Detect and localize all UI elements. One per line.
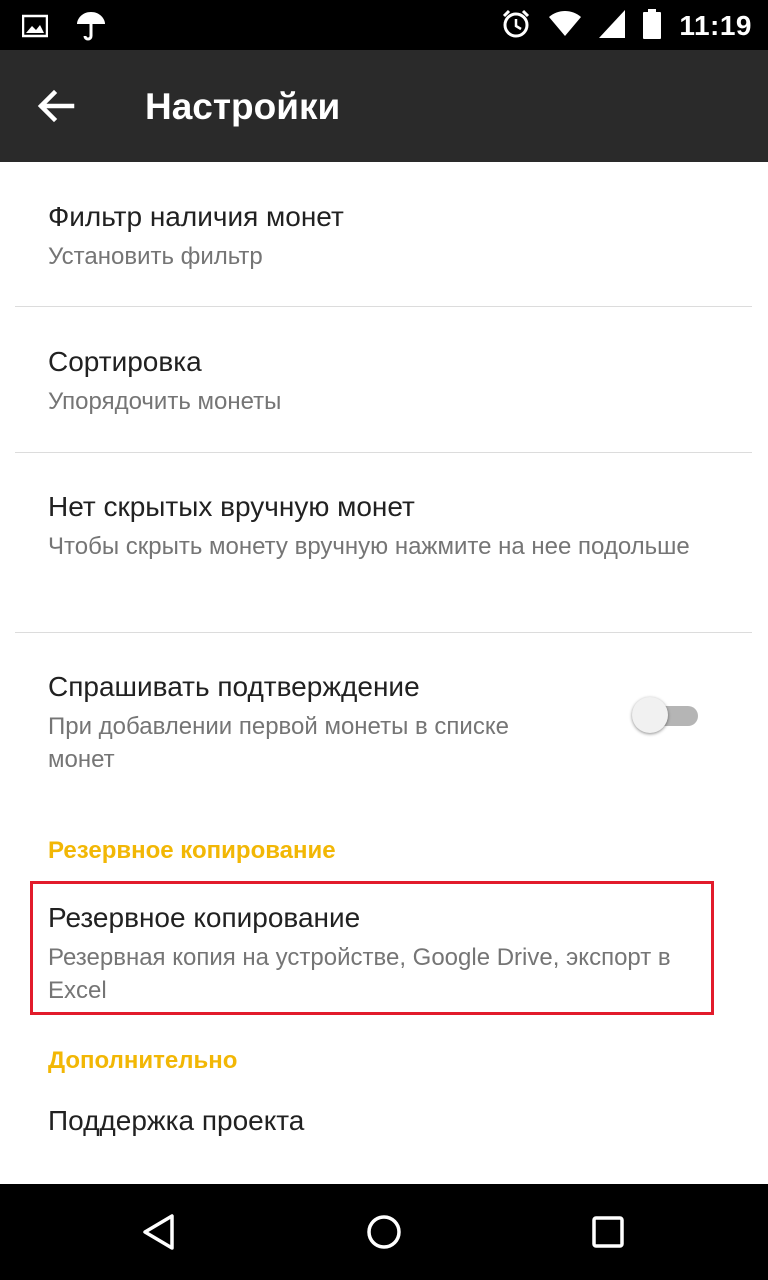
setting-title: Спрашивать подтверждение	[48, 671, 420, 702]
setting-backup[interactable]: Резервное копирование Резервная копия на…	[0, 881, 768, 1031]
setting-title: Нет скрытых вручную монет	[48, 491, 415, 522]
recents-square-icon	[592, 1216, 624, 1248]
arrow-back-icon	[37, 89, 75, 123]
navigation-bar	[0, 1184, 768, 1280]
section-header-backup: Резервное копирование	[48, 837, 336, 864]
setting-support-project[interactable]: Поддержка проекта	[0, 1091, 768, 1151]
setting-title: Сортировка	[48, 346, 202, 377]
section-header-extra: Дополнительно	[48, 1047, 238, 1074]
confirmation-toggle[interactable]	[632, 695, 702, 735]
setting-title: Резервное копирование	[48, 902, 361, 933]
setting-subtitle: Резервная копия на устройстве, Google Dr…	[48, 944, 671, 1004]
battery-icon	[643, 8, 662, 44]
wifi-icon	[549, 10, 582, 42]
image-icon	[21, 14, 49, 43]
setting-subtitle: Чтобы скрыть монету вручную нажмите на н…	[48, 533, 690, 560]
setting-sorting[interactable]: Сортировка Упорядочить монеты	[0, 307, 768, 453]
setting-title: Фильтр наличия монет	[48, 201, 344, 232]
setting-subtitle: Упорядочить монеты	[48, 388, 282, 415]
clock: 11:19	[679, 10, 752, 41]
setting-hidden-coins[interactable]: Нет скрытых вручную монет Чтобы скрыть м…	[0, 453, 768, 633]
back-button[interactable]	[34, 84, 78, 128]
umbrella-icon	[76, 10, 106, 47]
nav-recents-button[interactable]	[584, 1208, 632, 1256]
back-triangle-icon	[143, 1214, 174, 1250]
nav-back-button[interactable]	[136, 1208, 184, 1256]
app-bar: Настройки	[0, 50, 768, 162]
home-circle-icon	[367, 1215, 401, 1249]
alarm-icon	[501, 9, 531, 44]
settings-list[interactable]: Фильтр наличия монет Установить фильтр С…	[0, 162, 768, 1184]
page-title: Настройки	[145, 86, 341, 127]
signal-icon	[599, 9, 626, 43]
toggle-thumb	[632, 697, 668, 733]
nav-home-button[interactable]	[360, 1208, 408, 1256]
setting-ask-confirmation[interactable]: Спрашивать подтверждение При добавлении …	[0, 633, 768, 821]
setting-subtitle: Установить фильтр	[48, 243, 263, 270]
setting-subtitle: При добавлении первой монеты в списке мо…	[48, 713, 509, 773]
status-bar: 11:19	[0, 0, 768, 50]
setting-coin-filter[interactable]: Фильтр наличия монет Установить фильтр	[0, 162, 768, 307]
